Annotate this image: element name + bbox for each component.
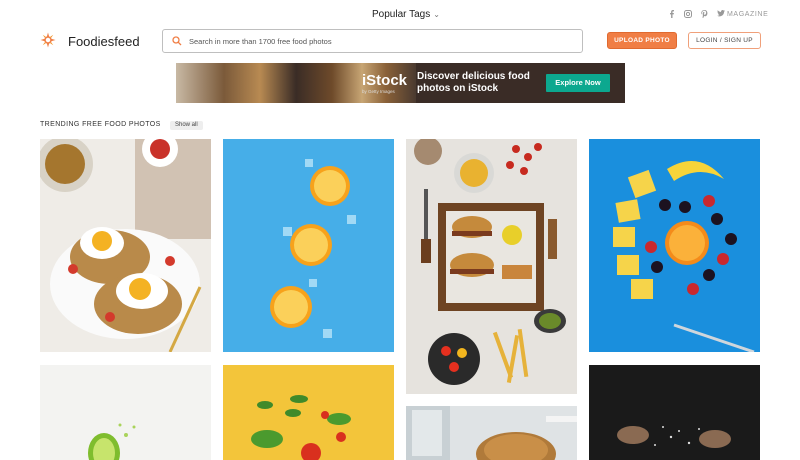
twitter-icon[interactable]: [717, 10, 725, 20]
pinterest-icon[interactable]: [701, 10, 708, 20]
explore-now-button[interactable]: Explore Now: [546, 74, 610, 92]
facebook-icon[interactable]: [668, 10, 675, 20]
login-signup-button[interactable]: LOGIN / SIGN UP: [688, 32, 761, 49]
banner-food-image: [176, 63, 296, 103]
show-all-button[interactable]: Show all: [170, 121, 203, 130]
istock-banner[interactable]: iStock by Getty Images Discover deliciou…: [176, 63, 625, 103]
chevron-down-icon: ⌄: [433, 10, 440, 19]
section-title: TRENDING FREE FOOD PHOTOS: [40, 121, 161, 128]
photo-bread-glass[interactable]: [406, 406, 577, 460]
search-icon: [172, 36, 182, 46]
photo-eggs-on-toast-image: [40, 139, 211, 352]
top-bar: Popular Tags ⌄ MAGAZINE: [0, 0, 800, 30]
photo-basil-tomatoes-yellow[interactable]: [223, 365, 394, 460]
photo-flour-hands-dark[interactable]: [589, 365, 760, 460]
photo-lime-splash-image: [40, 365, 211, 460]
photo-flour-hands-dark-image: [589, 365, 760, 460]
photo-oranges-on-blue-image: [223, 139, 394, 352]
banner-brand: iStock: [362, 72, 408, 89]
upload-photo-button[interactable]: UPLOAD PHOTO: [607, 32, 677, 49]
photo-bread-glass-image: [406, 406, 577, 460]
logo-icon[interactable]: [40, 32, 56, 48]
photo-eggs-on-toast[interactable]: [40, 139, 211, 352]
popular-tags-label: Popular Tags: [372, 9, 431, 20]
magazine-link[interactable]: MAGAZINE: [727, 11, 768, 18]
social-links: [668, 10, 725, 20]
banner-brand-sub: by Getty Images: [362, 89, 395, 94]
search-input[interactable]: [189, 36, 569, 46]
photo-fruit-circle-blue-image: [589, 139, 760, 352]
photo-oranges-on-blue[interactable]: [223, 139, 394, 352]
photo-burger-fries-board[interactable]: [406, 139, 577, 394]
banner-tagline: Discover delicious food photos on iStock: [417, 71, 530, 94]
search-box[interactable]: [162, 29, 583, 53]
photo-lime-splash[interactable]: [40, 365, 211, 460]
instagram-icon[interactable]: [684, 10, 692, 20]
popular-tags-dropdown[interactable]: Popular Tags ⌄: [372, 9, 440, 20]
brand-name[interactable]: Foodiesfeed: [68, 34, 140, 49]
photo-burger-fries-board-image: [406, 139, 577, 394]
photo-fruit-circle-blue[interactable]: [589, 139, 760, 352]
photo-basil-tomatoes-yellow-image: [223, 365, 394, 460]
